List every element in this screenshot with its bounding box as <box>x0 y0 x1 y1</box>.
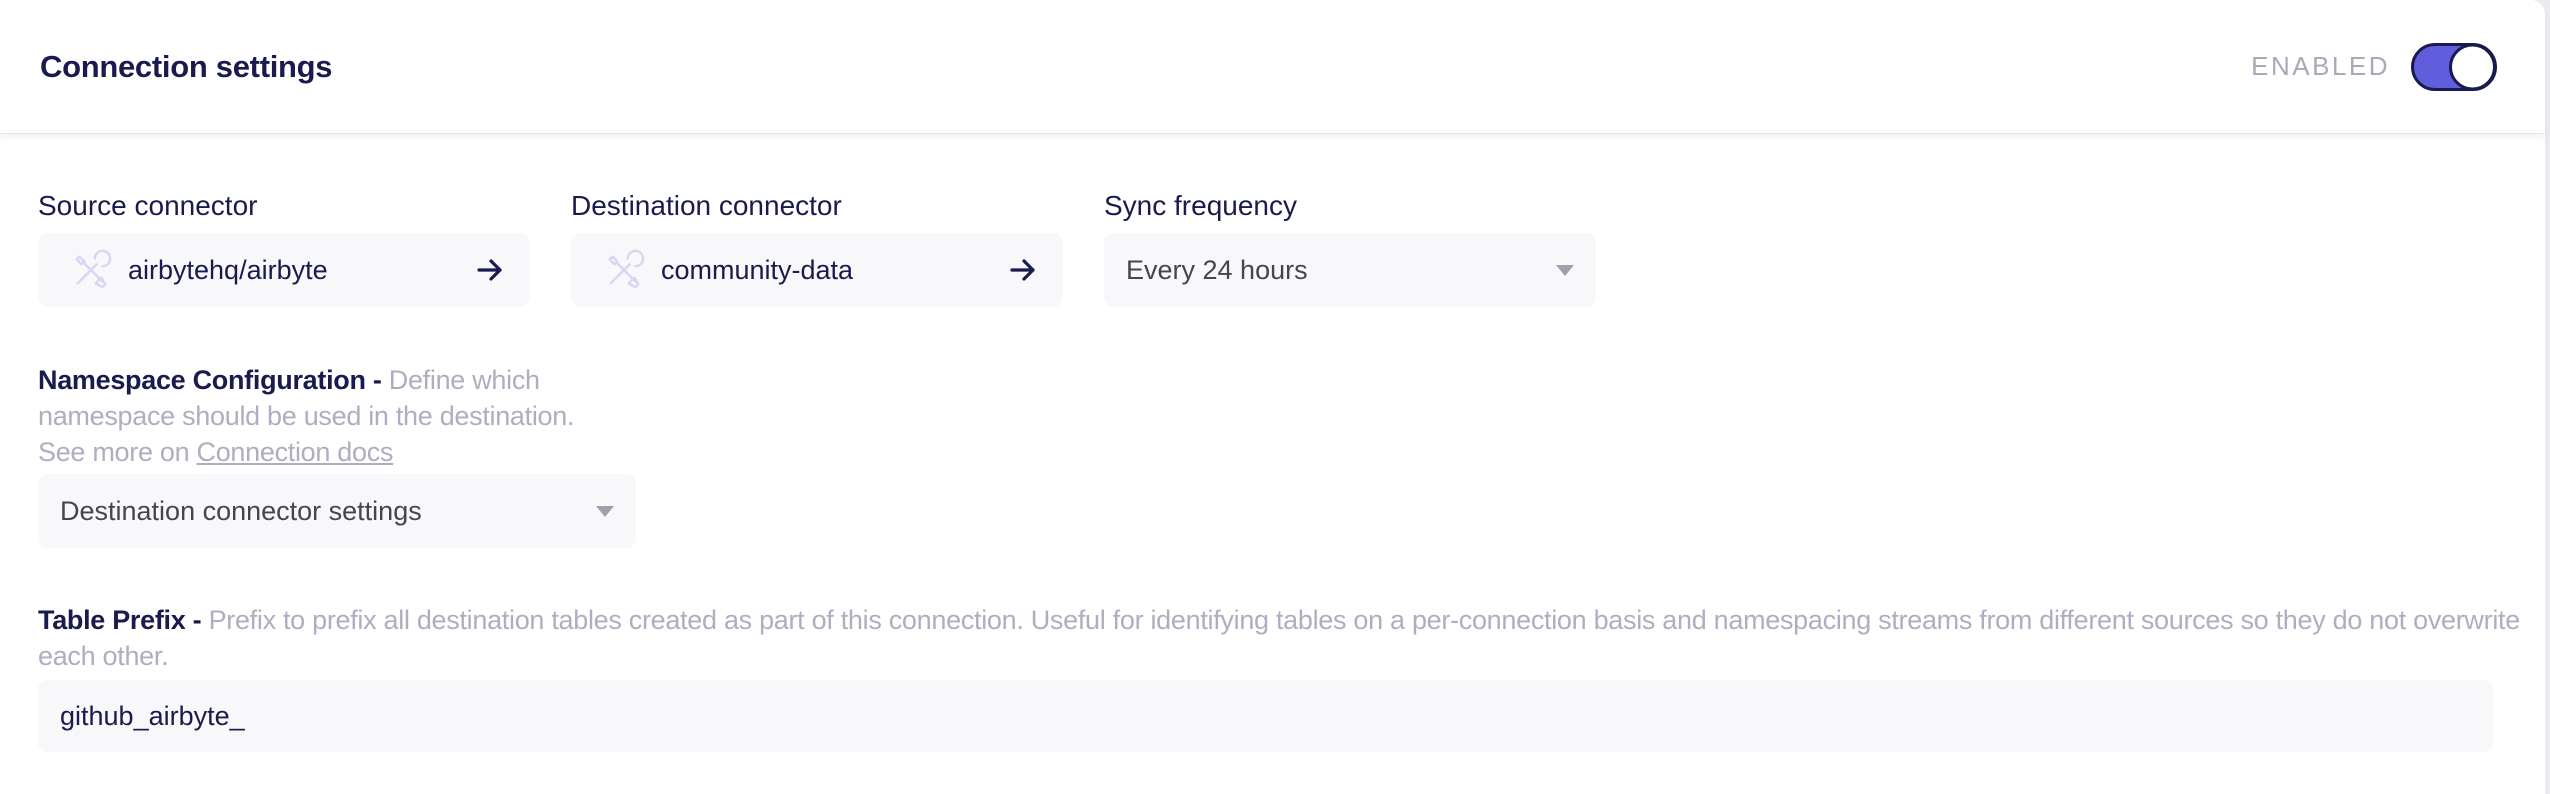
destination-connector-card[interactable]: community-data <box>571 233 1063 307</box>
destination-connector-label: Destination connector <box>571 190 842 221</box>
table-prefix-title: Table Prefix - <box>38 605 202 635</box>
sync-frequency-label: Sync frequency <box>1104 190 1297 221</box>
namespace-configuration-title: Namespace Configuration - <box>38 365 382 395</box>
namespace-configuration-text: Namespace Configuration - Define which n… <box>38 362 604 470</box>
chevron-down-icon <box>596 505 614 517</box>
namespace-configuration-section: Namespace Configuration - Define which n… <box>38 362 636 548</box>
connection-enabled-toggle[interactable] <box>2411 42 2497 91</box>
source-connector-label: Source connector <box>38 190 258 221</box>
table-prefix-section: Table Prefix - Prefix to prefix all dest… <box>38 602 2535 752</box>
tools-icon <box>70 249 112 291</box>
connection-settings-panel: Connection settings ENABLED Source conne… <box>0 0 2545 794</box>
source-connector-card[interactable]: airbytehq/airbyte <box>38 233 530 307</box>
source-connector-name: airbytehq/airbyte <box>128 254 328 285</box>
sync-frequency-field: Sync frequency Every 24 hours <box>1104 191 1596 307</box>
chevron-down-icon <box>1556 264 1574 276</box>
table-prefix-text: Table Prefix - Prefix to prefix all dest… <box>38 602 2535 674</box>
arrow-right-icon <box>1007 254 1039 286</box>
toggle-knob <box>2449 43 2496 90</box>
sync-frequency-value: Every 24 hours <box>1126 254 1308 285</box>
table-prefix-description: Prefix to prefix all destination tables … <box>38 605 2520 671</box>
source-connector-field: Source connector airbytehq/airbyte <box>38 191 530 307</box>
namespace-configuration-value: Destination connector settings <box>60 495 422 526</box>
header: Connection settings ENABLED <box>0 0 2545 134</box>
connection-docs-link[interactable]: Connection docs <box>197 437 394 467</box>
table-prefix-input[interactable] <box>38 680 2493 752</box>
arrow-right-icon <box>474 254 506 286</box>
destination-connector-field: Destination connector community-data <box>571 191 1063 307</box>
page-title: Connection settings <box>40 48 333 84</box>
settings-content: Source connector airbytehq/airbyte Desti… <box>0 134 2545 752</box>
connector-fields-row: Source connector airbytehq/airbyte Desti… <box>38 191 2545 307</box>
sync-frequency-select[interactable]: Every 24 hours <box>1104 233 1596 307</box>
namespace-configuration-select[interactable]: Destination connector settings <box>38 474 636 548</box>
destination-connector-name: community-data <box>661 254 854 285</box>
enabled-status-group: ENABLED <box>2251 42 2497 91</box>
tools-icon <box>603 249 645 291</box>
enabled-label: ENABLED <box>2251 51 2390 81</box>
